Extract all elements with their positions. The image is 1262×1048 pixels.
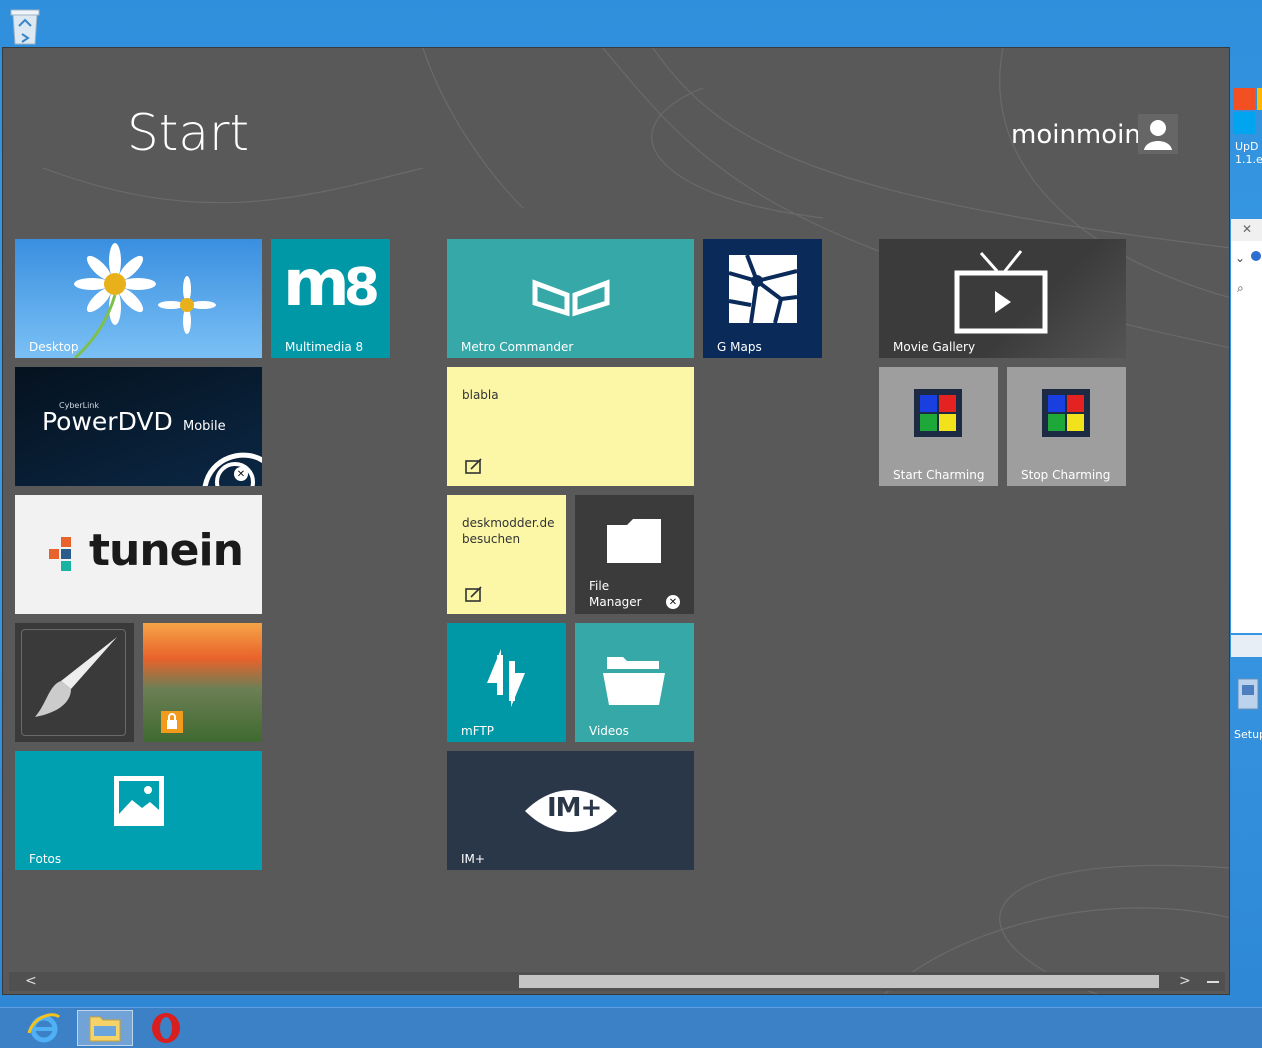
file-explorer-icon[interactable] — [77, 1010, 133, 1046]
scroll-right-icon[interactable]: > — [1179, 973, 1191, 989]
tile-label: Fotos — [29, 852, 62, 866]
tile-movie-gallery[interactable]: Movie Gallery — [879, 239, 1126, 358]
upd-label: UpD 1.1.e — [1235, 140, 1262, 166]
multimedia-logo: m8 — [283, 247, 380, 321]
internet-explorer-icon[interactable] — [16, 1010, 72, 1046]
transfer-arrows-icon — [487, 649, 525, 707]
photo-icon — [114, 776, 164, 826]
tile-paint[interactable] — [15, 623, 134, 742]
chevron-down-icon[interactable]: ⌄ — [1235, 251, 1245, 265]
tunein-wordmark: tunein — [89, 525, 244, 576]
paintbrush-icon — [35, 637, 117, 717]
tile-note-deskmodder[interactable]: deskmodder.de besuchen — [447, 495, 566, 614]
side-window-bar: ✕ — [1231, 219, 1262, 241]
tile-desktop[interactable]: Desktop — [15, 239, 262, 358]
disc-icon — [202, 452, 262, 486]
tile-im-plus[interactable]: IM+ IM+ — [447, 751, 694, 870]
setup-icon[interactable] — [1234, 673, 1260, 721]
tile-metro-commander[interactable]: Metro Commander — [447, 239, 694, 358]
close-icon[interactable]: ✕ — [666, 595, 680, 609]
view-buttons[interactable] — [1231, 635, 1262, 657]
tile-mftp[interactable]: mFTP — [447, 623, 566, 742]
tile-powerdvd[interactable]: CyberLink PowerDVD Mobile ✕ — [15, 367, 262, 486]
taskbar — [0, 1007, 1262, 1048]
side-window-body: ⌄ ⌕ — [1231, 241, 1262, 633]
tunein-logo-icon — [49, 537, 71, 571]
zoom-out-icon[interactable] — [1207, 981, 1219, 983]
desktop-peek-right: UpD 1.1.e ✕ ⌄ ⌕ Setup — [1231, 48, 1262, 1008]
powerdvd-sub: Mobile — [183, 419, 226, 434]
tile-start-charming[interactable]: Start Charming — [879, 367, 998, 486]
app-icon-red — [1233, 88, 1255, 110]
tile-note-blabla[interactable]: blabla — [447, 367, 694, 486]
tile-file-manager[interactable]: File Manager ✕ — [575, 495, 694, 614]
app-icon-yellow — [1257, 88, 1262, 110]
opera-icon[interactable] — [138, 1010, 194, 1046]
tile-label: Movie Gallery — [893, 340, 976, 354]
tile-label: IM+ — [461, 852, 485, 866]
user-name[interactable]: moinmoin — [1011, 120, 1141, 150]
tile-label: Desktop — [29, 340, 79, 354]
map-icon — [728, 254, 798, 324]
book-icon — [532, 279, 610, 317]
tile-stop-charming[interactable]: Stop Charming — [1007, 367, 1126, 486]
note-text: deskmodder.de besuchen — [462, 516, 555, 546]
tile-label: Start Charming — [893, 468, 985, 482]
tile-label: Stop Charming — [1021, 468, 1111, 482]
app-icon-blue — [1233, 112, 1255, 134]
note-icon — [465, 586, 482, 602]
close-icon[interactable]: ✕ — [234, 467, 248, 481]
tile-label: G Maps — [717, 340, 762, 354]
tile-label: File Manager — [589, 579, 642, 609]
tile-label: Metro Commander — [461, 340, 574, 354]
recycle-bin-icon[interactable] — [8, 6, 42, 46]
help-icon[interactable] — [1251, 251, 1261, 261]
powerdvd-name: PowerDVD — [42, 407, 173, 436]
folder-icon — [607, 519, 661, 563]
im-plus-logo: IM+ — [547, 793, 602, 823]
tile-multimedia-8[interactable]: m8 Multimedia 8 — [271, 239, 390, 358]
tile-label: Videos — [589, 724, 629, 738]
scroll-thumb[interactable] — [519, 975, 1159, 988]
search-icon[interactable]: ⌕ — [1237, 281, 1244, 296]
tile-label: mFTP — [461, 724, 494, 738]
tile-fotos[interactable]: Fotos — [15, 751, 262, 870]
note-text: blabla — [462, 388, 499, 402]
tv-play-icon — [954, 250, 1048, 334]
scroll-left-icon[interactable]: < — [25, 973, 37, 989]
tile-label: Multimedia 8 — [285, 340, 364, 354]
tile-videos[interactable]: Videos — [575, 623, 694, 742]
page-title: Start — [127, 104, 250, 162]
tile-tunein[interactable]: tunein — [15, 495, 262, 614]
avatar[interactable] — [1138, 114, 1178, 154]
charming-logo-icon — [1042, 389, 1090, 437]
horizontal-scrollbar[interactable]: < > — [9, 972, 1225, 991]
charming-logo-icon — [914, 389, 962, 437]
note-icon — [465, 458, 482, 474]
user-icon — [1144, 120, 1172, 150]
open-folder-icon — [603, 657, 665, 705]
tile-photo-landscape[interactable] — [143, 623, 262, 742]
start-screen-window: Start moinmoin Desktop CyberLink PowerDV… — [2, 47, 1230, 995]
setup-label: Setup — [1234, 728, 1262, 741]
tile-g-maps[interactable]: G Maps — [703, 239, 822, 358]
lock-badge-icon — [161, 711, 183, 733]
close-icon[interactable]: ✕ — [1242, 222, 1252, 236]
